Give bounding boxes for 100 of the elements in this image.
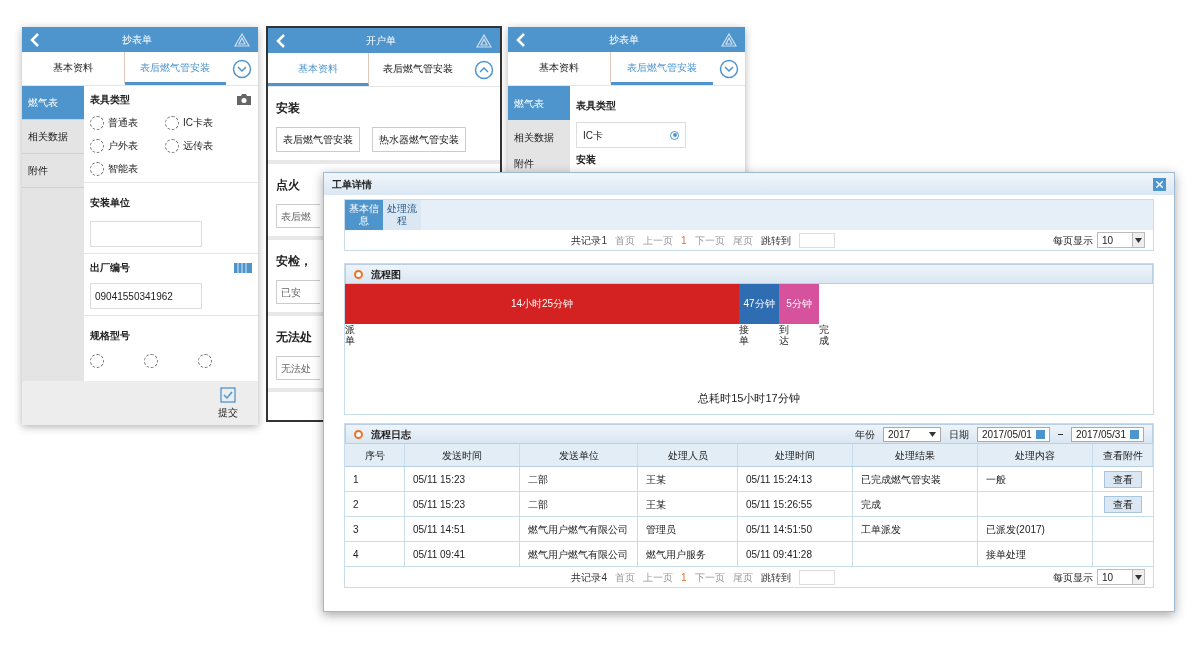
triangle-logo-icon [234,32,250,47]
page-input[interactable] [798,232,835,248]
page-size-select[interactable]: 10 [1097,232,1145,248]
tab[interactable]: 表后燃气管安装 [368,53,468,86]
bullet-icon [354,269,363,279]
date-field[interactable]: 2017/05/31 [1070,426,1144,442]
field-label: 出厂编号 [90,261,130,275]
calendar-icon[interactable] [1130,429,1139,439]
column-header: 发送单位 [558,448,599,463]
input-field[interactable]: 已安 [276,280,320,304]
back-icon[interactable] [276,33,286,48]
table-cell: 05/11 15:26:55 [746,498,812,510]
select-field[interactable]: IC卡 [576,122,686,148]
pager-link[interactable]: 共记录1 [571,232,607,248]
field-label: 安装 [576,153,597,167]
total-time: 总耗时15小时17分钟 [698,390,800,406]
close-button[interactable] [1153,177,1166,191]
date-field[interactable]: 2017/05/01 [976,426,1050,442]
column-header: 处理结果 [895,448,935,463]
table-cell: 05/11 14:51 [413,523,466,535]
option-button[interactable]: 热水器燃气管安装 [372,127,466,152]
table-cell: 一般 [986,473,1006,485]
section-title: 点火 [276,178,300,192]
radio-label: IC卡表 [183,116,213,130]
input-field[interactable]: 09041550341962 [90,283,202,309]
section-title: 安装 [276,101,300,115]
close-icon [1156,180,1163,188]
field-label: 规格型号 [90,330,130,341]
triangle-logo-icon [476,33,492,48]
step-label: 完成 [819,324,829,346]
submit-button[interactable]: 提交 [218,386,238,420]
bullet-icon [354,429,363,439]
table-cell: 燃气用户服务 [646,548,706,560]
input-field[interactable]: 无法处 [276,356,320,380]
table-cell: 05/11 15:23 [413,498,466,510]
calendar-icon[interactable] [1035,429,1045,439]
timeline-segment: 47分钟 [739,284,779,324]
page-size-select[interactable]: 10 [1097,569,1145,585]
field-label: 表具类型 [90,93,130,107]
sidebar-item[interactable]: 附件 [508,154,570,172]
camera-icon[interactable] [236,93,252,106]
column-header: 查看附件 [1102,448,1143,463]
radio-label: 远传表 [183,139,213,153]
table-cell: 2 [353,498,359,510]
table-cell: 二部 [528,498,548,510]
page-input[interactable] [798,569,835,585]
input-field[interactable] [90,221,202,247]
table-cell: 05/11 09:41:28 [746,548,812,560]
step-label: 接单 [739,324,749,346]
table-cell: 05/11 15:23 [413,473,466,485]
table-cell: 1 [353,473,359,485]
table-cell: 王某 [646,498,666,510]
caret-down-icon [1135,574,1142,580]
sidebar-item[interactable]: 相关数据 [508,120,570,154]
field-label: 表具类型 [576,100,616,111]
table-cell: 已完成燃气管安装 [861,473,941,485]
pager-link[interactable]: 跳转到 [760,569,791,585]
table-cell: 05/11 15:24:13 [746,473,812,485]
radio-label: 户外表 [108,139,138,153]
table-cell: 王某 [646,473,666,485]
header-title: 抄表单 [122,33,152,47]
page-size-label: 每页显示 [1053,233,1093,248]
table-cell: 已派发(2017) [986,523,1045,535]
table-cell: 管理员 [646,523,676,535]
barcode-icon[interactable] [234,262,252,273]
pager-link[interactable]: 共记录4 [571,569,607,585]
table-cell: 05/11 14:51:50 [746,523,812,535]
step-label: 派单 [345,324,355,346]
timeline-segment: 5分钟 [779,284,819,324]
tab[interactable]: 基本资料 [508,52,611,85]
table-cell: 05/11 09:41 [413,548,466,560]
section-title: 流程日志 [371,427,411,442]
radio-label: 普通表 [108,116,138,130]
pager-link[interactable]: 跳转到 [760,232,791,248]
page-size-label: 每页显示 [1053,570,1093,585]
window-title: 工单详情 [332,177,372,192]
view-button[interactable]: 查看 [1104,495,1142,513]
input-field[interactable]: 表后燃 [276,204,320,228]
header-title: 抄表单 [608,33,639,47]
tab[interactable]: 基本资料 [22,52,125,85]
table-cell: 燃气用户燃气有限公司 [528,523,628,535]
caret-down-icon [1135,237,1142,243]
sidebar-item[interactable]: 相关数据 [22,120,84,154]
table-cell: 3 [353,523,359,535]
table-cell: 工单派发 [861,523,901,535]
back-icon[interactable] [516,32,526,47]
chevron-down-circle-icon[interactable] [232,58,252,79]
table-cell: 接单处理 [986,548,1026,560]
sidebar-item[interactable]: 附件 [22,154,84,188]
section-title: 无法处 [276,330,312,344]
chevron-up-circle-icon[interactable] [474,59,494,80]
back-icon[interactable] [30,32,40,47]
tab[interactable]: 处理流程 [383,200,421,230]
table-cell: 4 [353,548,359,560]
radio-label: 智能表 [108,162,138,176]
section-title: 安检， [276,254,312,268]
option-button[interactable]: 表后燃气管安装 [276,127,360,152]
view-button[interactable]: 查看 [1104,470,1142,488]
chevron-down-circle-icon[interactable] [719,58,739,79]
year-select[interactable]: 2017 [882,426,941,442]
